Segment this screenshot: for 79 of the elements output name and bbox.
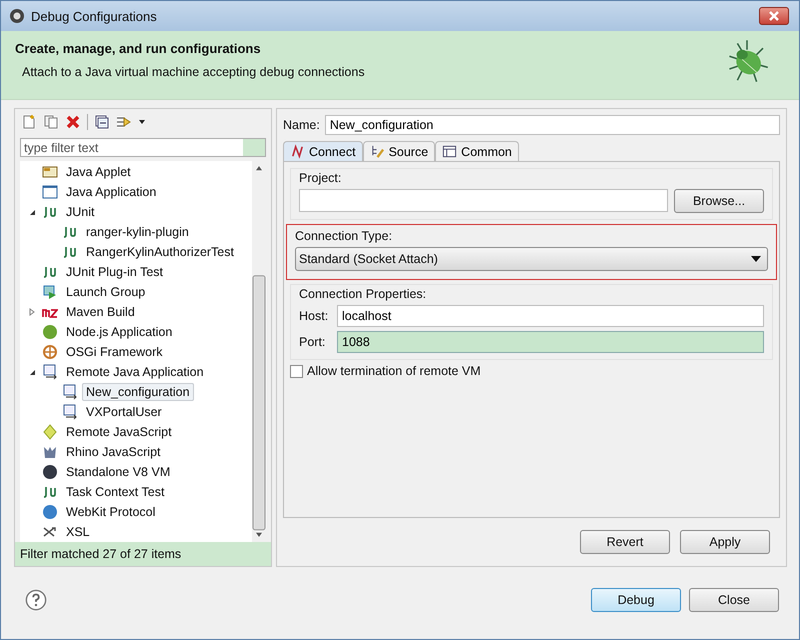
- checkbox[interactable]: [290, 364, 303, 378]
- junit-config-icon: [42, 484, 58, 500]
- tree-item[interactable]: VXPortalUser: [82, 403, 166, 421]
- connection-type-dropdown[interactable]: Standard (Socket Attach): [295, 247, 768, 271]
- collapse-all-icon[interactable]: [94, 114, 110, 130]
- remote-config-icon: [62, 404, 78, 420]
- action-button[interactable]: Apply: [680, 530, 770, 554]
- tree-item[interactable]: New_configuration: [82, 383, 194, 401]
- close-button[interactable]: [759, 7, 789, 25]
- scrollbar[interactable]: [252, 161, 266, 542]
- dropdown-caret-icon[interactable]: [138, 118, 146, 126]
- name-field[interactable]: New_configuration: [324, 115, 780, 135]
- tree-item[interactable]: Task Context Test: [62, 483, 168, 501]
- tree-item[interactable]: Node.js Application: [62, 323, 176, 341]
- field-label: Host:: [299, 309, 330, 323]
- remote-config-icon: [62, 384, 78, 400]
- tab[interactable]: Source: [362, 141, 436, 161]
- input-field[interactable]: 1088: [337, 331, 764, 353]
- status-text: Filter matched 27 of 27 items: [15, 542, 271, 566]
- close-icon: [768, 11, 780, 21]
- tree-item[interactable]: Java Applet: [62, 163, 135, 181]
- name-label: Name:: [283, 118, 320, 132]
- checkbox-label: Allow termination of remote VM: [307, 364, 481, 378]
- v8-config-icon: [42, 464, 58, 480]
- junit-config-icon: [42, 204, 58, 220]
- input-field[interactable]: localhost: [337, 305, 764, 327]
- tab[interactable]: Connect: [283, 141, 363, 161]
- tree-item[interactable]: JUnit: [62, 203, 98, 221]
- header-message: Attach to a Java virtual machine accepting debug connections: [21, 65, 365, 79]
- tree-item[interactable]: WebKit Protocol: [62, 503, 160, 521]
- tree-item[interactable]: RangerKylinAuthorizerTest: [82, 243, 238, 261]
- expanded-arrow-icon[interactable]: [28, 368, 36, 376]
- remotejs-config-icon: [42, 424, 58, 440]
- action-button[interactable]: Revert: [580, 530, 670, 554]
- connect-icon: [290, 144, 305, 159]
- connection-properties-label: Connection Properties:: [299, 287, 428, 301]
- applet-config-icon: [42, 164, 58, 180]
- window-title: Debug Configurations: [31, 8, 158, 24]
- tree-item[interactable]: XSL: [62, 523, 94, 541]
- filter-field[interactable]: type filter text: [20, 138, 266, 157]
- new-file-icon[interactable]: [21, 114, 37, 130]
- field-label: Port:: [299, 335, 326, 349]
- dialog-button[interactable]: Debug: [591, 588, 681, 612]
- osgi-config-icon: [42, 344, 58, 360]
- tree-item[interactable]: Standalone V8 VM: [62, 463, 174, 481]
- tree-item[interactable]: ranger-kylin-plugin: [82, 223, 193, 241]
- copy-icon[interactable]: [43, 114, 59, 130]
- junit-config-icon: [62, 244, 78, 260]
- rhino-config-icon: [42, 444, 58, 460]
- project-field[interactable]: [299, 189, 668, 212]
- group-config-icon: [42, 284, 58, 300]
- connection-type-label: Connection Type:: [295, 229, 394, 243]
- remote-config-icon: [42, 364, 58, 380]
- dialog-button[interactable]: Close: [689, 588, 779, 612]
- tree-item[interactable]: Launch Group: [62, 283, 150, 301]
- webkit-config-icon: [42, 504, 58, 520]
- browse-button[interactable]: Browse...: [674, 189, 764, 213]
- tree-item[interactable]: Maven Build: [62, 303, 139, 321]
- header-title: Create, manage, and run configurations: [15, 41, 262, 56]
- collapsed-arrow-icon[interactable]: [28, 308, 36, 316]
- junit-config-icon: [42, 264, 58, 280]
- tree-item[interactable]: Java Application: [62, 183, 160, 201]
- tree-item[interactable]: Remote JavaScript: [62, 423, 176, 441]
- node-config-icon: [42, 324, 58, 340]
- junit-config-icon: [62, 224, 78, 240]
- project-label: Project:: [299, 171, 342, 185]
- help-icon[interactable]: [25, 589, 47, 611]
- delete-icon[interactable]: [65, 114, 81, 130]
- tab[interactable]: Common: [435, 141, 519, 161]
- table-icon: [442, 144, 458, 159]
- tree-item[interactable]: Remote Java Application: [62, 363, 208, 381]
- tree-item[interactable]: OSGi Framework: [62, 343, 167, 361]
- expanded-arrow-icon[interactable]: [28, 208, 36, 216]
- filter-field[interactable]: type filter text: [21, 139, 243, 156]
- dropdown-caret-icon: [751, 256, 761, 262]
- tree-item[interactable]: Rhino JavaScript: [62, 443, 164, 461]
- source-icon: [370, 144, 385, 159]
- tree-item[interactable]: JUnit Plug-in Test: [62, 263, 168, 281]
- app-config-icon: [42, 184, 58, 200]
